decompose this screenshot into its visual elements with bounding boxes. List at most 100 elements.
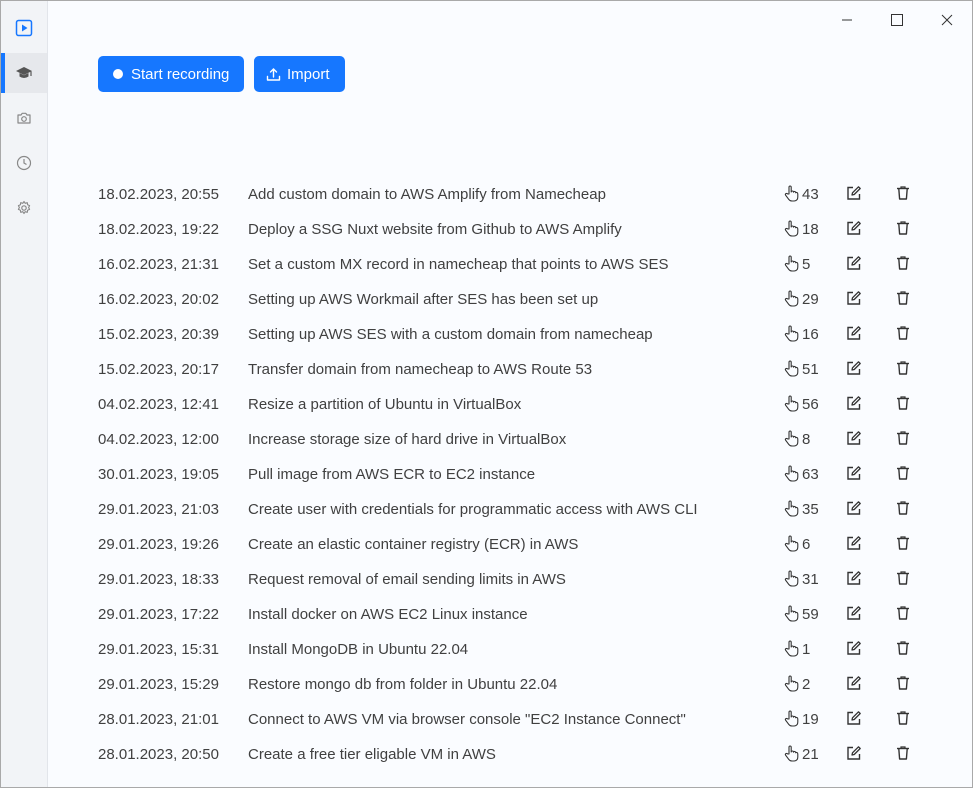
- edit-button[interactable]: [846, 185, 862, 201]
- edit-button[interactable]: [846, 255, 862, 271]
- edit-button[interactable]: [846, 745, 862, 761]
- delete-button[interactable]: [895, 325, 911, 341]
- edit-icon: [847, 571, 861, 585]
- hand-pointer-icon: [784, 360, 799, 377]
- start-recording-button[interactable]: Start recording: [98, 56, 244, 92]
- delete-button[interactable]: [895, 290, 911, 306]
- recording-title[interactable]: Create user with credentials for program…: [248, 501, 698, 518]
- edit-button[interactable]: [846, 290, 862, 306]
- click-count: 6: [784, 534, 810, 553]
- click-count: 18: [784, 219, 819, 238]
- click-count: 21: [784, 744, 819, 763]
- recording-date: 18.02.2023, 20:55: [98, 186, 219, 203]
- recording-title[interactable]: Create an elastic container registry (EC…: [248, 536, 578, 553]
- sidebar-item-settings[interactable]: [1, 188, 47, 228]
- recording-title[interactable]: Pull image from AWS ECR to EC2 instance: [248, 466, 535, 483]
- trash-icon: [897, 361, 909, 375]
- click-count: 8: [784, 429, 810, 448]
- delete-button[interactable]: [895, 465, 911, 481]
- import-button[interactable]: Import: [254, 56, 345, 92]
- edit-button[interactable]: [846, 325, 862, 341]
- minimize-button[interactable]: [832, 7, 862, 33]
- edit-button[interactable]: [846, 675, 862, 691]
- delete-button[interactable]: [895, 500, 911, 516]
- edit-button[interactable]: [846, 430, 862, 446]
- list-item: 18.02.2023, 20:55 Add custom domain to A…: [98, 177, 928, 212]
- recording-title[interactable]: Request removal of email sending limits …: [248, 571, 566, 588]
- click-count-value: 43: [802, 186, 819, 203]
- recording-title[interactable]: Install MongoDB in Ubuntu 22.04: [248, 641, 468, 658]
- delete-button[interactable]: [895, 430, 911, 446]
- clock-icon: [16, 155, 32, 171]
- recording-title[interactable]: Restore mongo db from folder in Ubuntu 2…: [248, 676, 557, 693]
- edit-icon: [847, 291, 861, 305]
- recording-title[interactable]: Add custom domain to AWS Amplify from Na…: [248, 186, 606, 203]
- delete-button[interactable]: [895, 745, 911, 761]
- edit-icon: [847, 431, 861, 445]
- hand-pointer-icon: [784, 745, 799, 762]
- click-count: 16: [784, 324, 819, 343]
- app-window: Start recording Import 18.02.2023, 20:55…: [0, 0, 973, 788]
- delete-button[interactable]: [895, 360, 911, 376]
- sidebar-item-screenshots[interactable]: [1, 98, 47, 138]
- sidebar-item-player[interactable]: [1, 8, 47, 48]
- click-count: 35: [784, 499, 819, 518]
- delete-button[interactable]: [895, 185, 911, 201]
- edit-icon: [847, 501, 861, 515]
- recording-title[interactable]: Setting up AWS SES with a custom domain …: [248, 326, 653, 343]
- delete-button[interactable]: [895, 570, 911, 586]
- trash-icon: [897, 746, 909, 760]
- click-count-value: 59: [802, 606, 819, 623]
- list-item: 29.01.2023, 15:29 Restore mongo db from …: [98, 667, 928, 702]
- edit-button[interactable]: [846, 570, 862, 586]
- delete-button[interactable]: [895, 255, 911, 271]
- recording-title[interactable]: Setting up AWS Workmail after SES has be…: [248, 291, 598, 308]
- delete-button[interactable]: [895, 710, 911, 726]
- edit-icon: [847, 466, 861, 480]
- edit-button[interactable]: [846, 710, 862, 726]
- click-count: 59: [784, 604, 819, 623]
- edit-button[interactable]: [846, 500, 862, 516]
- edit-icon: [847, 711, 861, 725]
- recording-title[interactable]: Increase storage size of hard drive in V…: [248, 431, 566, 448]
- list-item: 04.02.2023, 12:41 Resize a partition of …: [98, 387, 928, 422]
- edit-button[interactable]: [846, 395, 862, 411]
- delete-button[interactable]: [895, 395, 911, 411]
- recording-date: 15.02.2023, 20:17: [98, 361, 219, 378]
- sidebar-item-history[interactable]: [1, 143, 47, 183]
- maximize-button[interactable]: [882, 7, 912, 33]
- recording-title[interactable]: Install docker on AWS EC2 Linux instance: [248, 606, 528, 623]
- edit-icon: [847, 606, 861, 620]
- delete-button[interactable]: [895, 640, 911, 656]
- edit-button[interactable]: [846, 640, 862, 656]
- recording-title[interactable]: Resize a partition of Ubuntu in VirtualB…: [248, 396, 521, 413]
- recording-title[interactable]: Transfer domain from namecheap to AWS Ro…: [248, 361, 592, 378]
- list-item: 29.01.2023, 18:33 Request removal of ema…: [98, 562, 928, 597]
- hand-pointer-icon: [784, 395, 799, 412]
- delete-button[interactable]: [895, 605, 911, 621]
- edit-button[interactable]: [846, 220, 862, 236]
- recording-title[interactable]: Connect to AWS VM via browser console "E…: [248, 711, 686, 728]
- close-button[interactable]: [932, 7, 962, 33]
- list-item: 15.02.2023, 20:39 Setting up AWS SES wit…: [98, 317, 928, 352]
- sidebar-item-tutorials[interactable]: [1, 53, 47, 93]
- recording-date: 29.01.2023, 21:03: [98, 501, 219, 518]
- delete-button[interactable]: [895, 675, 911, 691]
- edit-button[interactable]: [846, 465, 862, 481]
- click-count: 19: [784, 709, 819, 728]
- delete-button[interactable]: [895, 220, 911, 236]
- edit-button[interactable]: [846, 535, 862, 551]
- recording-title[interactable]: Deploy a SSG Nuxt website from Github to…: [248, 221, 622, 238]
- recording-title[interactable]: Set a custom MX record in namecheap that…: [248, 256, 668, 273]
- record-dot-icon: [113, 69, 123, 79]
- maximize-icon: [891, 14, 903, 26]
- delete-button[interactable]: [895, 535, 911, 551]
- edit-button[interactable]: [846, 605, 862, 621]
- trash-icon: [897, 291, 909, 305]
- edit-button[interactable]: [846, 360, 862, 376]
- hand-pointer-icon: [784, 500, 799, 517]
- recording-title[interactable]: Create a free tier eligable VM in AWS: [248, 746, 496, 763]
- click-count-value: 63: [802, 466, 819, 483]
- trash-icon: [897, 256, 909, 270]
- list-item: 18.02.2023, 19:22 Deploy a SSG Nuxt webs…: [98, 212, 928, 247]
